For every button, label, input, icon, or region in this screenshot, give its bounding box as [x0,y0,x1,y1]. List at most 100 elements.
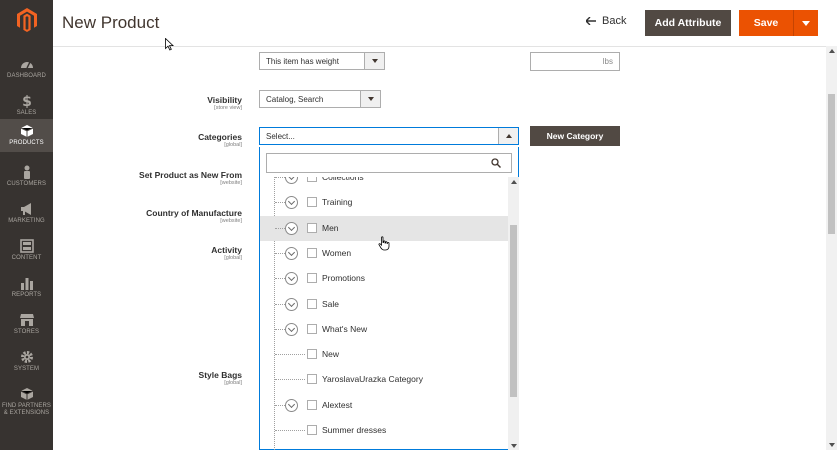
scroll-up-icon [829,49,835,53]
tree-connector [275,379,305,381]
categories-select[interactable]: Select... [259,127,519,145]
category-checkbox[interactable] [307,197,317,208]
category-checkbox[interactable] [307,425,317,435]
tree-connector [275,202,285,204]
expand-toggle-icon[interactable] [285,297,298,311]
category-tree-item[interactable]: Promotions [260,266,508,291]
category-scrollbar-thumb[interactable] [510,225,517,397]
category-checkbox[interactable] [307,298,317,309]
sidebar-item-marketing[interactable]: MARKETING [0,197,53,234]
weight-input[interactable]: lbs [530,52,620,71]
category-tree-item[interactable]: YaroslavaUrazka Category [260,367,508,392]
tree-connector [275,430,305,431]
category-checkbox[interactable] [307,399,317,410]
save-button[interactable]: Save [739,10,793,36]
expand-toggle-icon[interactable] [285,322,298,336]
chevron-down-icon [287,274,296,282]
page-title: New Product [62,13,160,32]
sidebar-item-dashboard[interactable]: DASHBOARD [0,52,53,89]
visibility-select[interactable]: Catalog, Search [259,90,381,108]
categories-label: Categories [198,132,242,142]
scroll-down-icon [511,444,517,448]
sidebar-item-reports[interactable]: REPORTS [0,271,53,308]
category-checkbox[interactable] [307,177,317,182]
visibility-label: Visibility [207,95,242,105]
sidebar-item-products[interactable]: PRODUCTS [0,119,53,152]
chevron-down-icon [287,198,296,206]
sidebar-item-content[interactable]: CONTENT [0,234,53,271]
page-scrollbar[interactable] [826,46,837,450]
category-tree-item[interactable]: Alextest [260,393,508,418]
tree-connector [275,404,285,406]
category-checkbox[interactable] [307,374,317,385]
expand-toggle-icon[interactable] [285,221,298,235]
back-button[interactable]: Back [586,15,626,27]
chevron-down-icon [287,177,296,181]
category-tree-item[interactable]: Sale [260,292,508,317]
category-checkbox[interactable] [307,247,317,258]
category-tree-item[interactable]: Summer dresses [260,418,508,443]
dollar-icon: $ [22,94,32,108]
category-tree: Collections Training Men Women Promotions Sal… [260,177,508,450]
categories-dropdown: Collections Training Men Women Promotions Sal… [259,147,519,450]
tree-connector [275,227,285,229]
back-label: Back [602,15,627,27]
visibility-select-arrow [360,91,380,107]
category-label: YaroslavaUrazka Category [322,374,423,385]
category-checkbox[interactable] [307,323,317,334]
category-label: New [322,349,340,360]
gear-icon [20,351,33,363]
new-category-button[interactable]: New Category [530,126,620,146]
expand-toggle-icon[interactable] [285,398,298,412]
category-checkbox[interactable] [307,222,317,233]
tree-connector [275,354,305,356]
sidebar-item-customers[interactable]: CUSTOMERS [0,160,53,197]
tree-connector [275,252,285,254]
sidebar-item-partners[interactable]: FIND PARTNERS & EXTENSIONS [0,382,53,422]
weight-select-arrow [364,53,384,69]
tree-connector [275,303,285,305]
admin-sidebar: DASHBOARD $ SALES PRODUCTS CUSTOMERS MAR… [0,0,53,450]
category-scrollbar[interactable] [508,177,519,450]
category-search-input[interactable] [266,153,512,173]
categories-select-value: Select... [266,132,295,141]
category-tree-item[interactable]: New [260,342,508,367]
tree-connector [275,278,285,280]
category-tree-item[interactable]: Training [260,190,508,215]
chevron-down-icon [371,59,378,63]
visibility-scope: [store view] [214,105,242,111]
expand-toggle-icon[interactable] [285,246,298,260]
category-tree-item[interactable]: What's New [260,317,508,342]
sidebar-item-system[interactable]: SYSTEM [0,345,53,382]
chevron-down-icon [287,324,296,332]
cube-icon [20,125,33,137]
category-tree-item[interactable]: Collections [260,177,508,190]
visibility-select-value: Catalog, Search [266,95,324,104]
add-attribute-button[interactable]: Add Attribute [645,10,731,36]
category-checkbox[interactable] [307,349,317,360]
category-label: Sale [322,298,340,309]
style-bags-label: Style Bags [198,370,242,380]
expand-toggle-icon[interactable] [285,177,298,184]
page-scrollbar-thumb[interactable] [828,94,835,234]
bar-chart-icon [20,278,33,290]
category-checkbox[interactable] [307,273,317,284]
svg-text:$: $ [22,94,32,108]
store-icon [19,314,34,326]
expand-toggle-icon[interactable] [285,196,298,210]
country-label: Country of Manufacture [146,208,242,218]
save-options-toggle[interactable] [793,10,818,36]
weight-select[interactable]: This item has weight [259,52,385,70]
search-icon [491,158,501,168]
chevron-down-icon [287,400,296,408]
categories-select-arrow [498,128,518,144]
megaphone-icon [20,203,31,215]
hand-cursor-icon [378,236,390,251]
expand-toggle-icon[interactable] [285,272,298,286]
chevron-down-icon [287,299,296,307]
magento-logo[interactable] [0,0,53,40]
weight-select-value: This item has weight [266,57,339,66]
activity-label: Activity [211,245,242,255]
puzzle-box-icon [20,388,33,400]
sidebar-item-stores[interactable]: STORES [0,308,53,345]
